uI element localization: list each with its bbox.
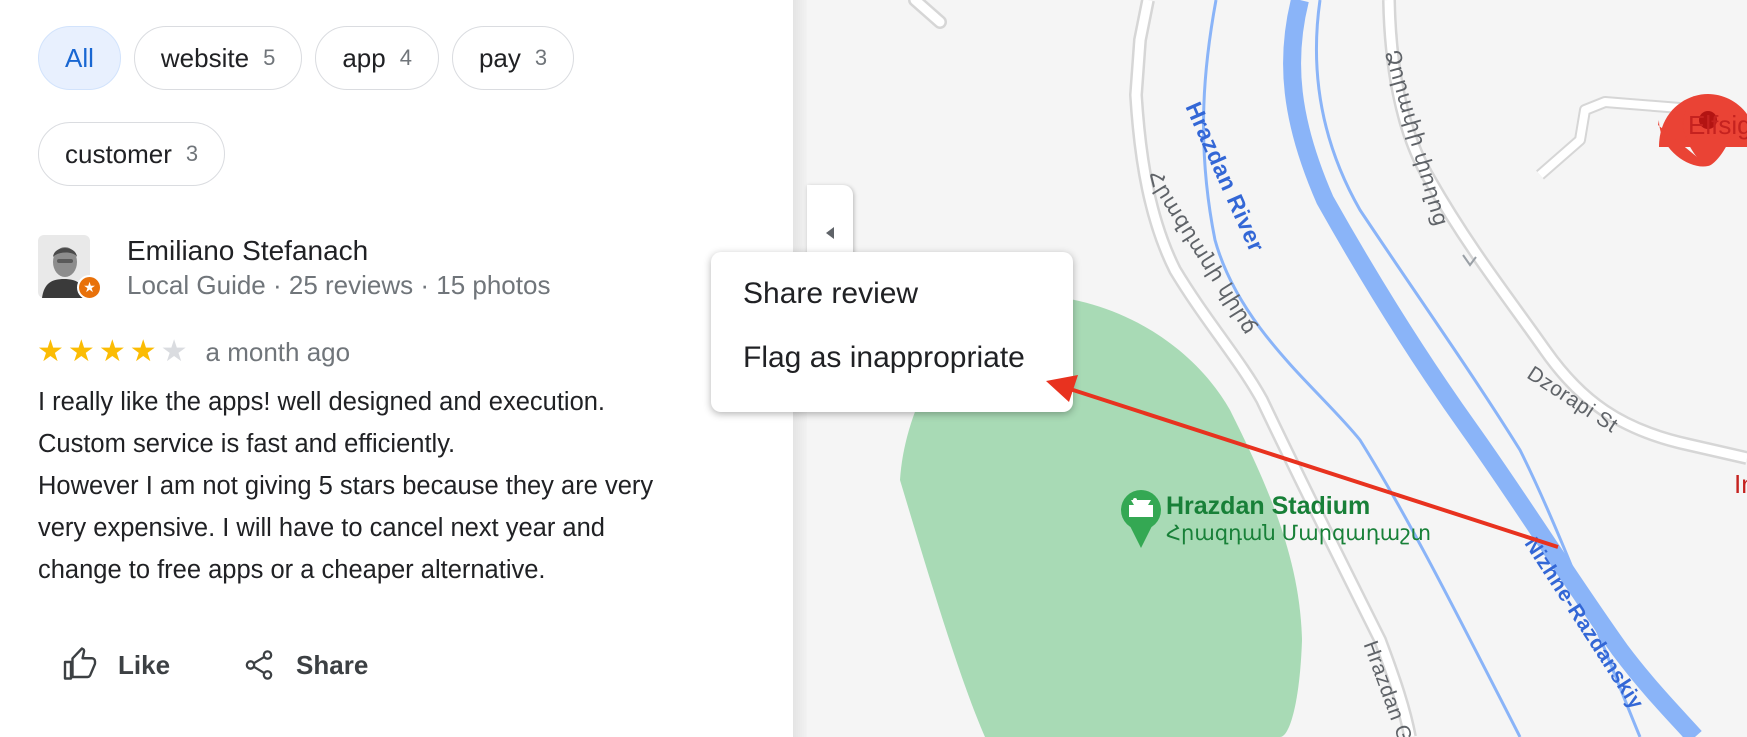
- review-line: However I am not giving 5 stars because …: [38, 472, 654, 500]
- stadium-label-hy: Հրազդան Մարզադաշտ: [1166, 522, 1432, 545]
- filter-chip-count: 3: [185, 141, 199, 166]
- review-line: change to free apps or a cheaper alterna…: [38, 556, 546, 584]
- star-filled-icon: ★: [98, 335, 126, 368]
- filter-chip-label: customer: [65, 138, 172, 169]
- star-filled-icon: ★: [67, 335, 95, 368]
- star-rating: ★ ★ ★ ★ ★: [37, 333, 188, 371]
- filter-chip-label: pay: [478, 42, 521, 73]
- review-line: very expensive. I will have to cancel ne…: [38, 514, 605, 542]
- filter-chips-row-1: All website 5 app 4 pay 3: [38, 26, 575, 90]
- map-edge-label: In: [1734, 469, 1747, 499]
- filter-chip-app[interactable]: app 4: [315, 26, 439, 90]
- filter-chip-label: app: [342, 42, 386, 73]
- filter-chip-customer[interactable]: customer 3: [38, 122, 226, 186]
- star-filled-icon: ★: [37, 335, 64, 368]
- filter-chip-count: 5: [263, 45, 276, 70]
- filter-chip-count: 3: [534, 45, 548, 70]
- rating-row: ★ ★ ★ ★ ★ a month ago: [37, 333, 350, 371]
- reviews-panel: All website 5 app 4 pay 3 customer 3 ★ E…: [0, 0, 793, 737]
- reviewer-header: ★ Emiliano Stefanach Local Guide · 25 re…: [38, 235, 550, 302]
- menu-item-share-review[interactable]: Share review: [711, 268, 1073, 320]
- star-filled-icon: ★: [129, 335, 157, 368]
- filter-chip-pay[interactable]: pay 3: [451, 26, 575, 90]
- road-top-right: [1536, 96, 1681, 180]
- thumbs-up-icon: [63, 647, 97, 680]
- review-text: I really like the apps! well designed an…: [38, 381, 738, 591]
- filter-chips-row-2: customer 3: [38, 122, 226, 186]
- review-date: a month ago: [205, 336, 351, 367]
- review-line: I really like the apps! well designed an…: [38, 388, 606, 416]
- filter-chip-count: 4: [399, 45, 412, 70]
- reviewer-meta: Local Guide · 25 reviews · 15 photos: [127, 270, 551, 300]
- local-guide-badge-icon: ★: [77, 275, 102, 300]
- filter-chip-label: All: [65, 42, 94, 73]
- stadium-label[interactable]: Hrazdan Stadium: [1166, 491, 1370, 521]
- review-line: Custom service is fast and efficiently.: [38, 430, 456, 458]
- reviewer-name[interactable]: Emiliano Stefanach: [127, 234, 550, 268]
- review-actions: Like Share: [62, 643, 368, 687]
- star-empty-icon: ★: [160, 335, 188, 368]
- menu-item-flag[interactable]: Flag as inappropriate: [711, 330, 1073, 386]
- pin-label[interactable]: Elfsig: [1688, 110, 1747, 141]
- review-options-menu: Share review Flag as inappropriate: [711, 252, 1073, 412]
- filter-chip-label: website: [160, 42, 250, 73]
- like-label: Like: [118, 649, 171, 680]
- share-icon: [245, 650, 273, 680]
- filter-chip-website[interactable]: website 5: [133, 26, 303, 90]
- share-button[interactable]: Share: [242, 643, 368, 687]
- river-main: [1283, 0, 1702, 737]
- filter-chip-all[interactable]: All: [38, 26, 121, 90]
- caret-left-icon: [826, 227, 834, 239]
- share-label: Share: [296, 649, 369, 680]
- like-button[interactable]: Like: [62, 643, 170, 687]
- avatar[interactable]: ★: [38, 235, 102, 300]
